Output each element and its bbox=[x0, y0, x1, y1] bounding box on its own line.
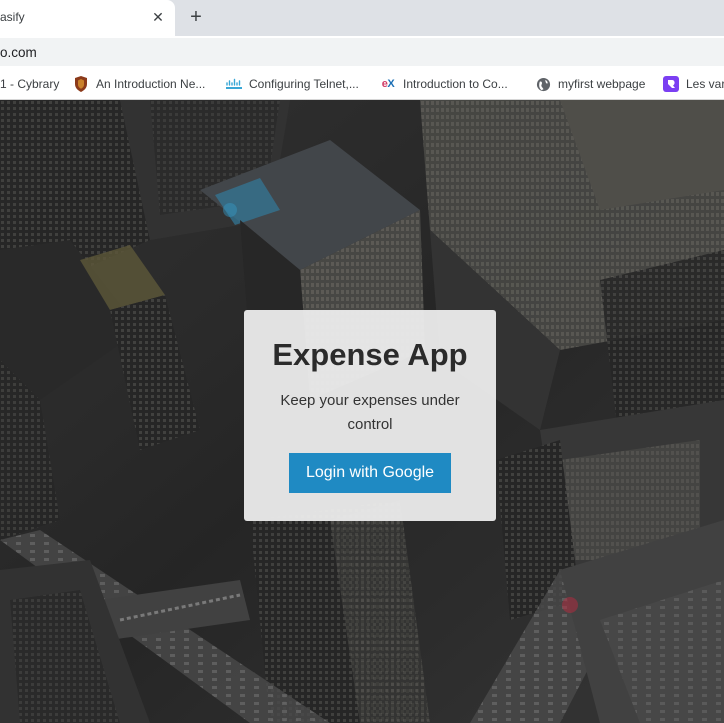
app-title: Expense App bbox=[272, 337, 468, 372]
browser-toolbar: o.com bbox=[0, 36, 724, 68]
bookmark-label: 1 - Cybrary bbox=[0, 77, 60, 91]
tab-title: asify bbox=[0, 10, 25, 24]
cisco-icon bbox=[226, 76, 242, 92]
bookmarks-bar: 1 - Cybrary An Introduction Ne... Config… bbox=[0, 68, 724, 100]
bookmark-myfirst-webpage[interactable]: myfirst webpage bbox=[535, 68, 645, 100]
close-icon[interactable]: ✕ bbox=[150, 9, 166, 25]
new-tab-icon[interactable]: + bbox=[186, 7, 206, 27]
bookmark-label: An Introduction Ne... bbox=[96, 77, 206, 91]
bookmark-les-vari[interactable]: Les vari bbox=[663, 68, 724, 100]
bookmark-cybrary[interactable]: 1 - Cybrary bbox=[0, 68, 59, 100]
bookmark-label: Configuring Telnet,... bbox=[249, 77, 359, 91]
address-bar[interactable]: o.com bbox=[0, 38, 724, 66]
tab-strip: asify ✕ + bbox=[0, 0, 724, 36]
bookmark-label: Introduction to Co... bbox=[403, 77, 508, 91]
globe-icon bbox=[535, 76, 551, 92]
login-card: Expense App Keep your expenses under con… bbox=[244, 310, 496, 521]
bookmark-configuring-telnet[interactable]: Configuring Telnet,... bbox=[226, 68, 359, 100]
address-text[interactable]: o.com bbox=[0, 45, 37, 60]
purple-logo-icon bbox=[663, 76, 679, 92]
app-subtitle: Keep your expenses under control bbox=[280, 392, 460, 433]
bookmark-label: Les vari bbox=[686, 77, 724, 91]
browser-tab[interactable]: asify ✕ bbox=[0, 0, 175, 36]
page-content: Expense App Keep your expenses under con… bbox=[0, 100, 724, 723]
bookmark-intro-networking[interactable]: An Introduction Ne... bbox=[73, 68, 205, 100]
bookmark-label: myfirst webpage bbox=[558, 77, 646, 91]
edx-icon: eX bbox=[381, 78, 395, 90]
login-with-google-button[interactable]: Login with Google bbox=[289, 453, 451, 493]
bookmark-intro-to-co[interactable]: eX Introduction to Co... bbox=[380, 68, 508, 100]
shield-crest-icon bbox=[73, 76, 89, 92]
